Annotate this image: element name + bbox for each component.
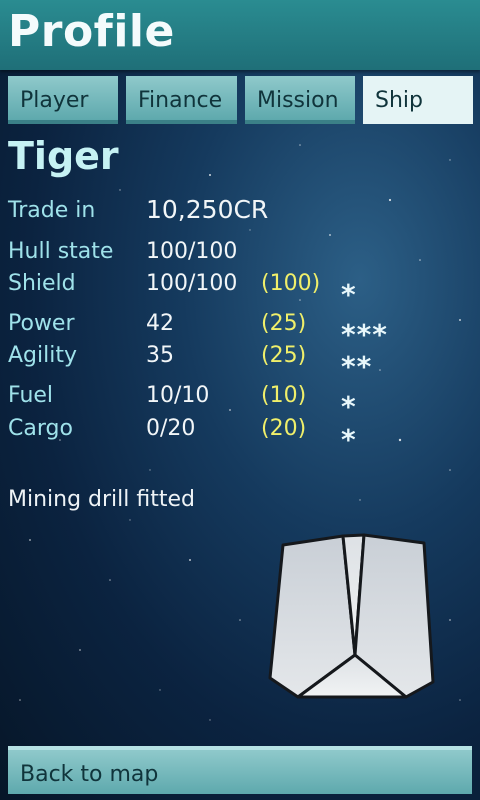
equipment-status: Mining drill fitted [8,487,195,512]
fuel-rating: * [341,390,357,423]
shield-max: (100) [261,271,321,296]
hull-state-label: Hull state [8,239,114,264]
trade-in-value: 10,250CR [146,195,269,224]
shield-label: Shield [8,271,76,296]
fuel-label: Fuel [8,383,54,408]
shield-rating: * [341,278,357,311]
trade-in-label: Trade in [8,198,96,223]
fuel-value: 10/10 [146,383,210,408]
cargo-max: (20) [261,416,307,441]
tab-ship[interactable]: Ship [363,76,473,124]
tab-finance[interactable]: Finance [126,76,237,124]
cargo-rating: * [341,423,357,456]
tab-mission[interactable]: Mission [245,76,355,124]
agility-rating: ** [341,350,373,383]
page-title: Profile [8,6,175,57]
power-rating: *** [341,318,388,351]
cargo-value: 0/20 [146,416,196,441]
power-label: Power [8,311,75,336]
tab-player[interactable]: Player [8,76,118,124]
shield-value: 100/100 [146,271,238,296]
agility-max: (25) [261,343,307,368]
cargo-label: Cargo [8,416,73,441]
hull-state-value: 100/100 [146,239,238,264]
app-header: Profile [0,0,480,70]
agility-label: Agility [8,343,77,368]
fuel-max: (10) [261,383,307,408]
power-value: 42 [146,311,174,336]
agility-value: 35 [146,343,174,368]
ship-hull-icon [268,533,435,699]
back-to-map-button[interactable]: Back to map [8,746,472,794]
power-max: (25) [261,311,307,336]
ship-name: Tiger [8,134,119,178]
